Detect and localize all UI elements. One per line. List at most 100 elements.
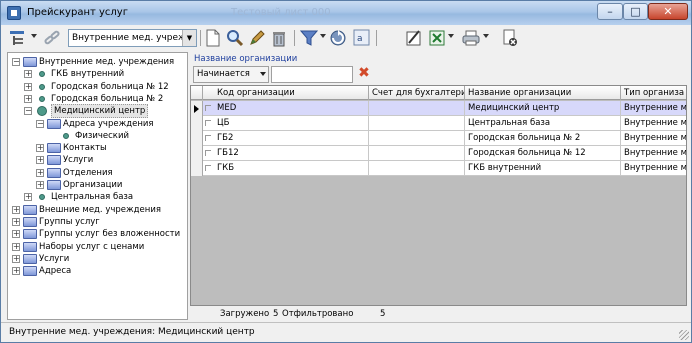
cell-type[interactable]: Внутренние м: [621, 116, 686, 131]
expand-icon[interactable]: +: [12, 254, 20, 263]
cell-type[interactable]: Внутренние м: [621, 131, 686, 146]
expand-icon[interactable]: +: [12, 267, 20, 276]
cell-name[interactable]: Городская больница № 12: [465, 146, 621, 161]
cell-account[interactable]: [369, 101, 465, 116]
expand-icon[interactable]: +: [36, 144, 44, 153]
expand-icon[interactable]: +: [24, 82, 32, 91]
folder-icon: [23, 241, 37, 252]
tree-node-label: Группы услуг: [39, 216, 100, 227]
cell-account[interactable]: [369, 146, 465, 161]
print-icon[interactable]: [462, 29, 480, 47]
row-indicator[interactable]: [191, 131, 203, 146]
column-header-type[interactable]: Тип организа: [621, 86, 686, 100]
cell-account[interactable]: [369, 161, 465, 176]
filter-icon[interactable]: [299, 29, 319, 47]
column-header-code[interactable]: Код организации: [203, 86, 369, 100]
folder-icon: [47, 155, 61, 166]
expand-icon[interactable]: +: [12, 205, 20, 214]
close-button[interactable]: ✕: [648, 3, 688, 20]
cell-name[interactable]: Медицинский центр: [465, 101, 621, 116]
collapse-icon[interactable]: −: [24, 107, 32, 116]
refresh-icon[interactable]: [329, 29, 347, 47]
cell-name[interactable]: ГКБ внутренний: [465, 161, 621, 176]
expand-icon[interactable]: +: [12, 230, 20, 239]
minimize-button[interactable]: –: [597, 3, 623, 20]
collapse-icon[interactable]: −: [12, 58, 20, 66]
text-icon[interactable]: a: [353, 29, 371, 47]
exit-icon[interactable]: [501, 29, 519, 47]
link-icon[interactable]: [43, 29, 61, 47]
expand-icon[interactable]: +: [36, 156, 44, 165]
expand-icon[interactable]: +: [24, 70, 32, 79]
table-row[interactable]: ГБ12 Городская больница № 12 Внутренние м: [191, 146, 686, 161]
tree-node-label: Медицинский центр: [51, 104, 149, 119]
filter-mode-select[interactable]: Начинается: [193, 66, 269, 83]
new-document-icon[interactable]: [204, 29, 222, 47]
title-bar[interactable]: Прейскурант услуг Тестовый лист 000 – □ …: [1, 1, 691, 25]
maximize-button[interactable]: □: [623, 3, 648, 20]
main-window: Прейскурант услуг Тестовый лист 000 – □ …: [0, 0, 692, 343]
expand-icon[interactable]: +: [36, 168, 44, 177]
table-row[interactable]: ГКБ ГКБ внутренний Внутренние м: [191, 161, 686, 176]
cell-code[interactable]: ГБ12: [203, 146, 369, 161]
cell-type[interactable]: Внутренние м: [621, 146, 686, 161]
clear-filter-icon[interactable]: ✖: [357, 66, 371, 81]
expand-icon[interactable]: +: [12, 242, 20, 251]
loaded-label: Загружено: [220, 309, 270, 319]
expand-icon[interactable]: +: [24, 94, 32, 103]
row-indicator[interactable]: [191, 101, 203, 116]
org-tree[interactable]: − Внутренние мед. учреждения + ГКБ внутренн…: [7, 52, 188, 320]
tree-node-label: Внутренние мед. учреждения: [39, 57, 175, 67]
print-dropdown-icon[interactable]: [483, 34, 489, 38]
cell-name[interactable]: Городская больница № 2: [465, 131, 621, 146]
expand-icon[interactable]: +: [12, 217, 20, 226]
collapse-icon[interactable]: −: [36, 119, 44, 128]
excel-export-icon[interactable]: [428, 29, 446, 47]
resize-grip-icon[interactable]: [679, 330, 689, 340]
tree-node-label: Контакты: [63, 143, 107, 154]
table-row[interactable]: MED Медицинский центр Внутренние м: [191, 101, 686, 116]
expand-icon[interactable]: +: [24, 193, 32, 202]
expand-icon[interactable]: +: [36, 181, 44, 189]
cell-type[interactable]: Внутренние м: [621, 161, 686, 176]
tree-node-label: Наборы услуг с ценами: [39, 241, 145, 252]
cell-account[interactable]: [369, 131, 465, 146]
edit-icon[interactable]: [248, 29, 266, 47]
structure-dropdown-icon[interactable]: [31, 34, 37, 38]
node-icon: [37, 106, 47, 117]
table-row[interactable]: ЦБ Центральная база Внутренние м: [191, 116, 686, 131]
row-indicator[interactable]: [191, 161, 203, 176]
organizations-grid[interactable]: Код организации Счет для бухгалтерии Наз…: [190, 85, 687, 306]
chevron-down-icon[interactable]: ▼: [182, 30, 196, 46]
chevron-down-icon[interactable]: [260, 72, 266, 76]
filter-field-label: Название организации: [194, 54, 298, 64]
table-row[interactable]: ГБ2 Городская больница № 2 Внутренние м: [191, 131, 686, 146]
filter-value-input[interactable]: [271, 66, 353, 83]
grid-status: Загружено 5 Отфильтровано 5: [190, 308, 687, 321]
cell-name[interactable]: Центральная база: [465, 116, 621, 131]
status-text: Внутренние мед. учреждения: Медицинский …: [9, 327, 255, 337]
node-icon: [39, 83, 45, 90]
search-icon[interactable]: [226, 29, 244, 47]
edit-frame-icon[interactable]: [405, 29, 423, 47]
row-indicator[interactable]: [191, 146, 203, 161]
row-indicator[interactable]: [191, 116, 203, 131]
cell-code[interactable]: ГБ2: [203, 131, 369, 146]
tree-node-label: Услуги: [39, 253, 70, 264]
node-icon: [39, 194, 45, 201]
cell-code[interactable]: MED: [203, 101, 369, 116]
folder-icon: [23, 216, 37, 227]
cell-code[interactable]: ЦБ: [203, 116, 369, 131]
structure-icon[interactable]: [9, 29, 27, 47]
excel-dropdown-icon[interactable]: [448, 34, 454, 38]
cell-code[interactable]: ГКБ: [203, 161, 369, 176]
cell-type[interactable]: Внутренние м: [621, 101, 686, 116]
tree-node-label: Адреса: [39, 266, 72, 277]
column-header-account[interactable]: Счет для бухгалтерии: [369, 86, 465, 100]
node-icon: [39, 71, 45, 78]
delete-icon[interactable]: [270, 29, 288, 47]
org-type-combo[interactable]: Внутренние мед. учрежден ▼: [68, 29, 197, 47]
column-header-name[interactable]: Название организации: [465, 86, 621, 100]
filter-dropdown-icon[interactable]: [320, 34, 326, 38]
cell-account[interactable]: [369, 116, 465, 131]
